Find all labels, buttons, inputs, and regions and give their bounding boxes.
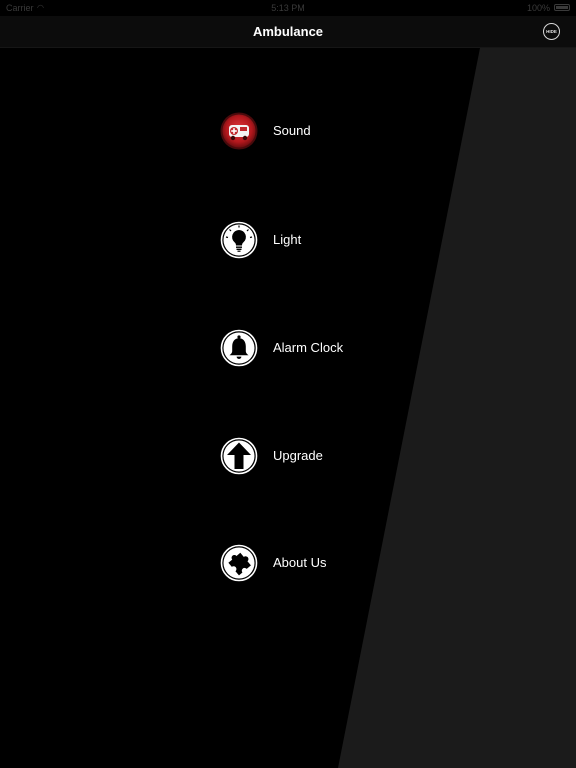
menu-item-label: Light [273, 232, 302, 247]
ambulance-siren-icon [220, 112, 258, 150]
arrow-up-icon [220, 437, 258, 475]
puzzle-piece-icon [220, 544, 258, 582]
navigation-bar: Ambulance HIDE [0, 16, 576, 48]
menu-item-label: Alarm Clock [273, 340, 344, 355]
bell-icon [220, 329, 258, 367]
app-screen: Carrier ◠ 5:13 PM 100% Ambulance HIDE So… [0, 0, 576, 768]
menu-item-label: Sound [273, 123, 311, 138]
hide-button[interactable]: HIDE [543, 23, 560, 40]
page-title: Ambulance [252, 24, 324, 39]
menu-item-label: About Us [273, 555, 327, 570]
diagonal-background-panel [338, 48, 576, 768]
status-bar: Carrier ◠ 5:13 PM 100% [0, 0, 576, 16]
status-time: 5:13 PM [271, 3, 305, 13]
battery-icon [554, 4, 570, 11]
status-battery-percent: 100% [526, 3, 550, 13]
lightbulb-icon [220, 221, 258, 259]
menu-item-sound[interactable]: Sound [220, 112, 440, 150]
menu-item-about-us[interactable]: About Us [220, 544, 440, 582]
menu-item-upgrade[interactable]: Upgrade [220, 437, 440, 475]
menu-item-label: Upgrade [273, 448, 323, 463]
menu-item-light[interactable]: Light [220, 221, 440, 259]
menu-item-alarm-clock[interactable]: Alarm Clock [220, 329, 440, 367]
